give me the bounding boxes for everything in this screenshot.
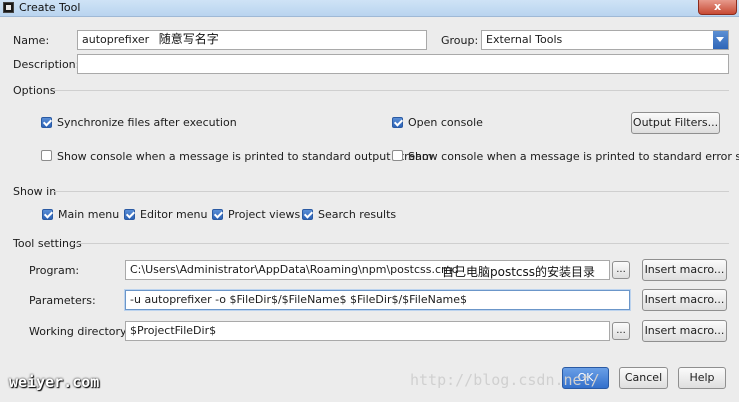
help-button[interactable]: Help: [678, 367, 726, 389]
description-input[interactable]: [77, 54, 729, 74]
show-console-stderr-label: Show console when a message is printed t…: [408, 150, 739, 163]
main-menu-checkbox[interactable]: [42, 209, 53, 220]
sync-files-checkbox[interactable]: [41, 117, 52, 128]
program-annotation: 自己电脑postcss的安装目录: [442, 265, 596, 279]
name-annotation: 随意写名字: [158, 32, 219, 46]
window-title: Create Tool: [19, 1, 81, 14]
program-browse-button[interactable]: ...: [612, 261, 630, 279]
options-separator: [53, 90, 729, 91]
parameters-label: Parameters:: [29, 294, 96, 307]
parameters-input[interactable]: -u autoprefixer -o $FileDir$/$FileName$ …: [125, 290, 630, 310]
options-section-title: Options: [13, 84, 56, 97]
output-filters-button[interactable]: Output Filters...: [631, 112, 720, 134]
project-views-checkbox[interactable]: [212, 209, 223, 220]
close-button[interactable]: x: [698, 0, 737, 15]
name-value: autoprefixer: [82, 33, 150, 46]
search-results-checkbox[interactable]: [302, 209, 313, 220]
tool-settings-separator: [73, 243, 729, 244]
project-views-label: Project views: [228, 208, 301, 221]
group-select[interactable]: External Tools: [481, 30, 729, 50]
name-input[interactable]: autoprefixer 随意写名字: [77, 30, 427, 50]
show-console-stdout-label: Show console when a message is printed t…: [57, 150, 433, 163]
workdir-label: Working directory:: [29, 325, 130, 338]
search-results-label: Search results: [318, 208, 397, 221]
open-console-checkbox[interactable]: [392, 117, 403, 128]
sync-files-label: Synchronize files after execution: [57, 116, 237, 129]
workdir-insert-macro-button[interactable]: Insert macro...: [642, 320, 727, 342]
app-icon: [3, 2, 14, 13]
editor-menu-checkbox[interactable]: [124, 209, 135, 220]
chevron-down-icon[interactable]: [713, 31, 728, 49]
open-console-label: Open console: [408, 116, 483, 129]
editor-menu-label: Editor menu: [140, 208, 208, 221]
show-in-section-title: Show in: [13, 185, 57, 198]
insert-macro-label: Insert macro...: [644, 324, 725, 337]
show-console-stderr-checkbox[interactable]: [392, 150, 403, 161]
parameters-insert-macro-button[interactable]: Insert macro...: [642, 289, 727, 311]
show-console-stdout-checkbox[interactable]: [41, 150, 52, 161]
workdir-input[interactable]: $ProjectFileDir$: [125, 321, 610, 341]
program-label: Program:: [29, 264, 80, 277]
watermark-site: weiyer.com: [9, 373, 100, 391]
title-bar: [0, 0, 739, 17]
main-menu-label: Main menu: [58, 208, 120, 221]
cancel-button[interactable]: Cancel: [619, 367, 668, 389]
show-in-separator: [53, 191, 729, 192]
insert-macro-label: Insert macro...: [644, 263, 725, 276]
name-label: Name:: [13, 34, 50, 47]
insert-macro-label: Insert macro...: [644, 293, 725, 306]
workdir-browse-button[interactable]: ...: [612, 322, 630, 340]
group-label: Group:: [441, 34, 479, 47]
output-filters-label: Output Filters...: [632, 116, 719, 129]
program-insert-macro-button[interactable]: Insert macro...: [642, 259, 727, 281]
tool-settings-section-title: Tool settings: [13, 237, 82, 250]
watermark-url: http://blog.csdn.net/: [410, 371, 600, 389]
group-value: External Tools: [486, 33, 563, 46]
description-label: Description:: [13, 58, 80, 71]
